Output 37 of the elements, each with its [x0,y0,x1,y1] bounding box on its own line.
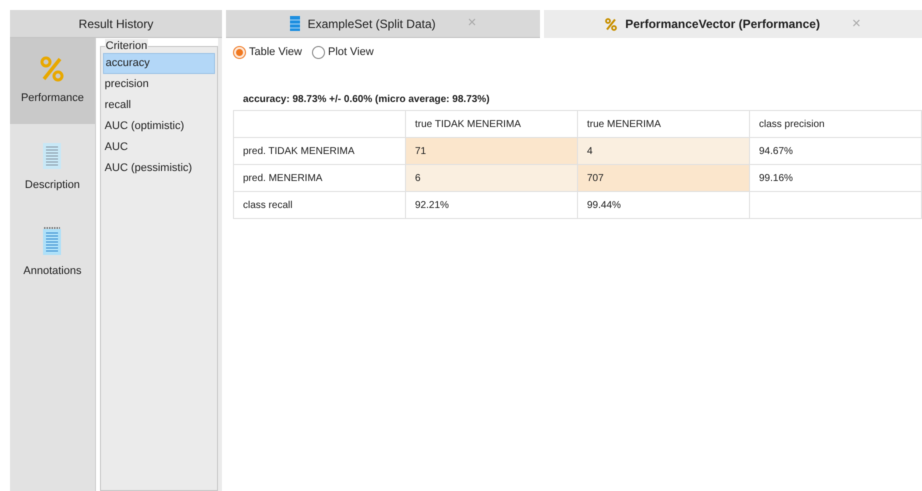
percent-icon [40,56,64,82]
notepad-icon [43,226,62,255]
sidebar-label: Performance [20,90,84,106]
table-cell: 92.21% [406,192,578,219]
table-cell: 707 [578,165,750,192]
criterion-item[interactable]: accuracy [102,53,216,74]
sidebar-item[interactable]: Description [10,124,95,210]
tab-label: Result History [78,16,154,32]
result-tab[interactable]: Result History [10,10,222,38]
criterion-item[interactable]: precision [102,74,216,95]
table-cell: pred. TIDAK MENERIMA [234,138,406,165]
table-cell: class recall [234,192,406,219]
sidebar-item[interactable]: Performance [10,38,95,124]
criterion-item[interactable]: AUC (optimistic) [102,116,216,137]
table-cell: pred. MENERIMA [234,165,406,192]
table-cell: 94.67% [750,138,922,165]
sidebar-label: Annotations [23,264,82,279]
criterion-item[interactable]: AUC [102,137,216,158]
tab-label: ExampleSet (Split Data) [308,16,436,32]
table-cell: 4 [578,138,750,165]
document-icon [43,140,62,169]
table-icon [290,16,300,31]
accuracy-summary: accuracy: 98.73% +/- 0.60% (micro average: 98.73%) [243,93,491,107]
criterion-item[interactable]: recall [102,95,216,116]
view-radio[interactable]: Table View [233,44,302,60]
tab-label: PerformanceVector (Performance) [625,16,820,33]
table-cell: 6 [406,165,578,192]
sidebar-label: Description [24,178,80,193]
criterion-item[interactable]: AUC (pessimistic) [102,158,216,179]
table-cell: 99.16% [750,165,922,192]
result-tab[interactable]: PerformanceVector (Performance) × [544,10,922,38]
result-tab[interactable]: ExampleSet (Split Data) × [226,10,540,38]
sidebar-item[interactable]: Annotations [10,210,95,296]
view-radio[interactable]: Plot View [312,44,374,60]
percent-icon [605,18,618,30]
table-cell: 99.44% [578,192,750,219]
table-cell: 71 [406,138,578,165]
